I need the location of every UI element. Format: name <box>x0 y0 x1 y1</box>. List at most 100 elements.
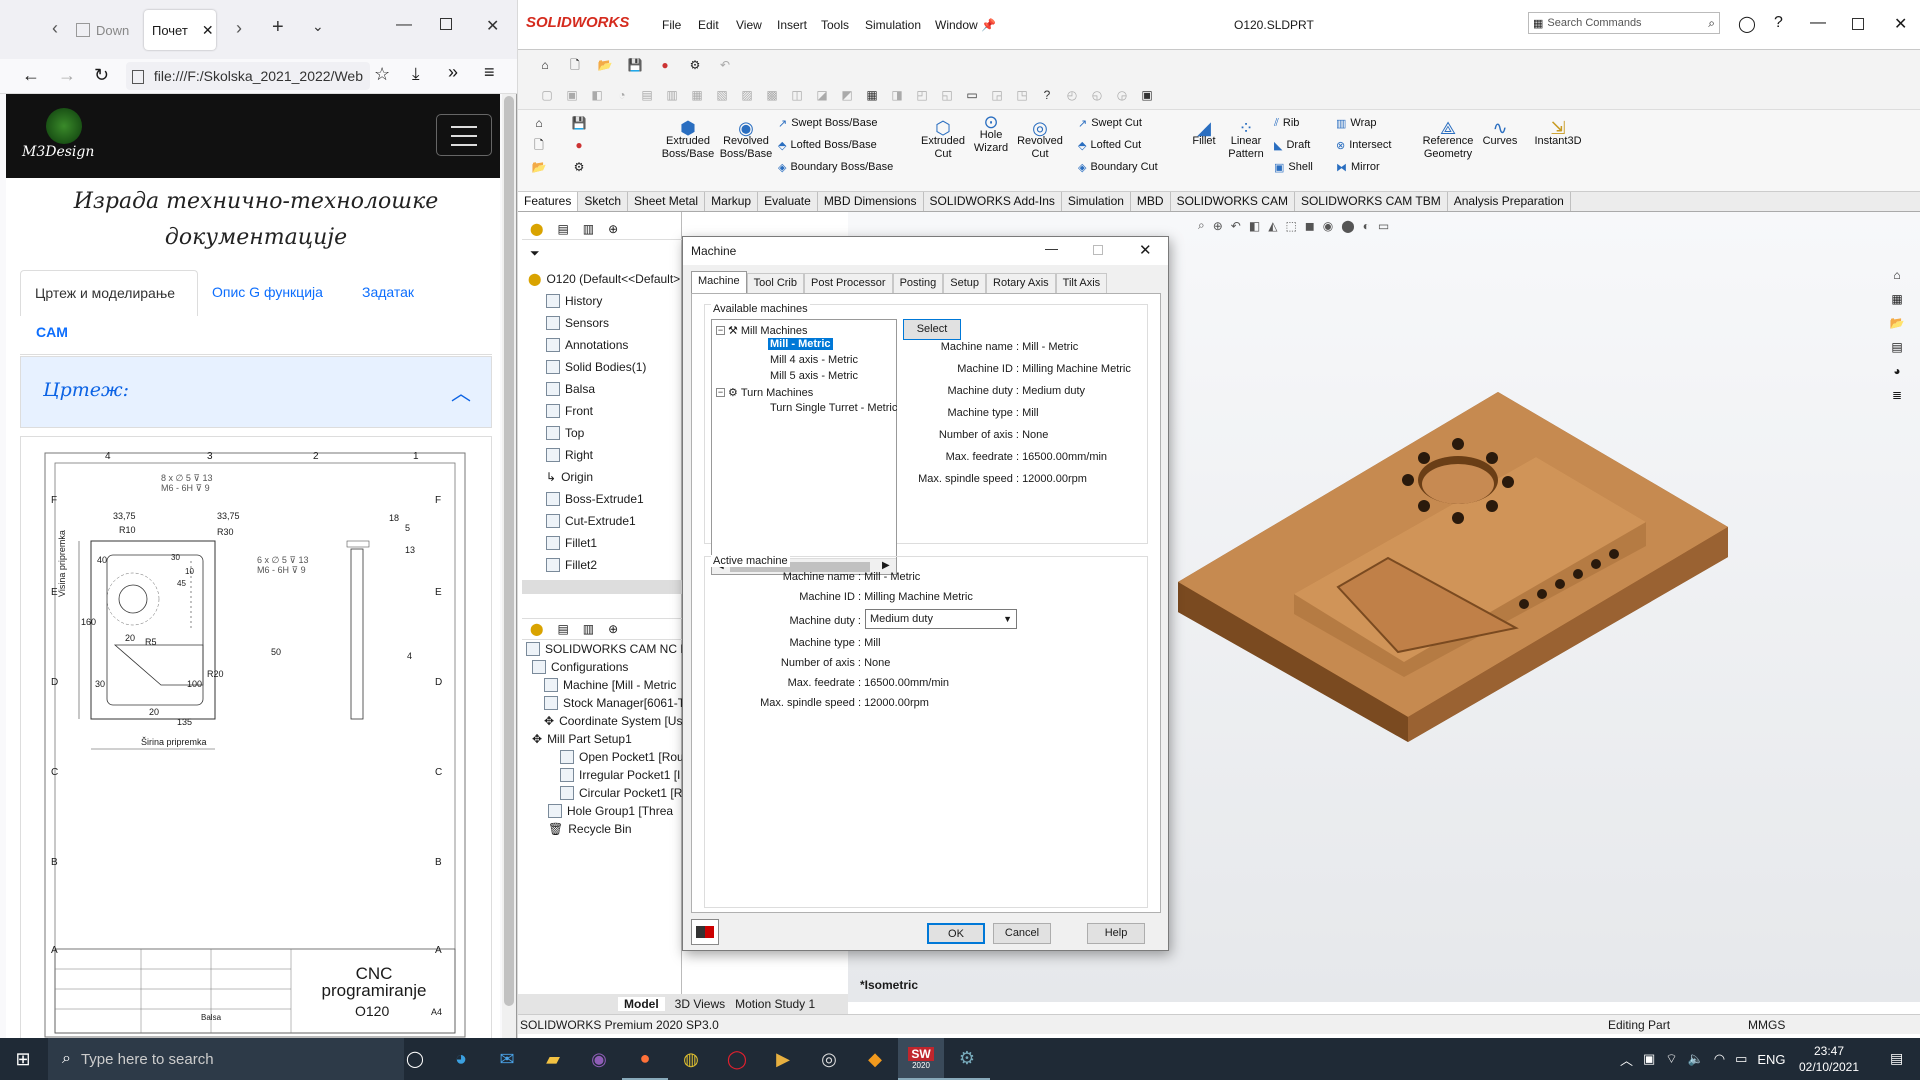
draft-button[interactable]: ◣ Draft <box>1274 134 1313 156</box>
tree-item[interactable]: Solid Bodies(1) <box>546 360 646 374</box>
toolbar-icon[interactable]: ◵ <box>1088 86 1106 104</box>
tab-tilt-axis[interactable]: Tilt Axis <box>1055 273 1108 293</box>
feature-tree-icon[interactable]: ⬤ <box>530 222 543 236</box>
cam-tree-item[interactable]: Irregular Pocket1 [I <box>560 768 680 782</box>
cam-tree-item[interactable]: Machine [Mill - Metric <box>544 678 676 692</box>
machine-tree[interactable]: − ⚒ Mill Machines Mill - Metric Mill 4 axi… <box>711 319 897 575</box>
zoom-area-icon[interactable]: ⊕ <box>1213 219 1223 233</box>
revolved-cut-button[interactable]: ◎ Revolved Cut <box>1014 119 1066 161</box>
download-icon[interactable]: ⤓ <box>412 64 420 84</box>
nav-tab-drawing[interactable]: Цртеж и моделирање <box>20 270 198 316</box>
toolbar-icon[interactable]: ◪ <box>813 86 831 104</box>
menu-window[interactable]: Window <box>935 18 981 32</box>
collapse-icon[interactable]: − <box>716 326 725 335</box>
back-icon[interactable]: ← <box>22 65 40 86</box>
instant3d-button[interactable]: ⇲ Instant3D <box>1528 119 1588 148</box>
section-view-icon[interactable]: ◧ <box>1249 219 1260 233</box>
minimize-icon[interactable]: — <box>1045 241 1058 256</box>
chrome-icon[interactable]: ◍ <box>668 1038 714 1080</box>
intersect-button[interactable]: ⊗ Intersect <box>1336 134 1391 156</box>
list-tabs-icon[interactable]: ⌄ <box>312 18 324 35</box>
status-units[interactable]: MMGS <box>1748 1018 1785 1032</box>
tab-mbd-dimensions[interactable]: MBD Dimensions <box>818 192 924 211</box>
view-orientation-icon[interactable]: ⬚ <box>1285 219 1296 233</box>
cam-tree-item[interactable]: 🗑 Recycle Bin <box>548 822 632 836</box>
display-style-icon[interactable]: ◼ <box>1305 219 1315 233</box>
tree-item[interactable]: Top <box>546 426 584 440</box>
pin-icon[interactable]: 📌 <box>981 18 996 32</box>
url-bar[interactable]: file:///F:/Skolska_2021_2022/Web <box>126 62 370 90</box>
hide-show-icon[interactable]: ◉ <box>1323 219 1333 233</box>
toolbar-icon[interactable]: ◔ <box>613 86 631 104</box>
reload-icon[interactable]: ↻ <box>94 65 109 86</box>
fm-scrollbar[interactable] <box>522 580 682 594</box>
page-scrollbar[interactable] <box>502 94 516 1038</box>
toolbar-icon[interactable]: ▣ <box>563 86 581 104</box>
close-icon[interactable]: ✕ <box>1139 241 1152 259</box>
print-icon[interactable]: ● <box>656 56 674 74</box>
swept-boss-button[interactable]: ↗ Swept Boss/Base <box>778 112 893 134</box>
undo-icon[interactable]: ↶ <box>716 56 734 74</box>
taskbar-search[interactable]: ⌕ Type here to search <box>48 1038 404 1080</box>
toolbar-icon[interactable]: ▭ <box>963 86 981 104</box>
file-explorer-icon[interactable]: ▰ <box>530 1038 576 1080</box>
tree-group-turn[interactable]: − ⚙ Turn Machines <box>716 386 813 399</box>
meet-now-icon[interactable]: ▣ <box>1643 1051 1655 1067</box>
help-icon[interactable]: ? <box>1774 14 1783 32</box>
config-manager-icon[interactable]: ▥ <box>583 222 594 236</box>
cam-tree-item[interactable]: ✥ Coordinate System [Us <box>544 714 682 728</box>
close-icon[interactable]: ✕ <box>1894 14 1907 34</box>
accordion-header[interactable]: Цртеж: ︿ <box>20 356 492 428</box>
sublime-icon[interactable]: ◆ <box>852 1038 898 1080</box>
volume-icon[interactable]: 🔈 <box>1688 1051 1704 1067</box>
menu-insert[interactable]: Insert <box>777 18 821 32</box>
tree-item[interactable]: Front <box>546 404 593 418</box>
options-gear-icon[interactable]: ⚙ <box>686 56 704 74</box>
toolbar-icon[interactable]: ▧ <box>713 86 731 104</box>
chevron-up-icon[interactable]: ︿ <box>451 377 471 406</box>
tree-item[interactable]: Cut-Extrude1 <box>546 514 636 528</box>
toolbar-icon[interactable]: ▣ <box>1138 86 1156 104</box>
tree-item[interactable]: Fillet1 <box>546 536 597 550</box>
battery-icon[interactable]: ▭ <box>1735 1051 1747 1067</box>
cam-tree-item[interactable]: Configurations <box>532 660 628 674</box>
view-palette-icon[interactable]: ▤ <box>1888 338 1906 356</box>
tab-sketch[interactable]: Sketch <box>578 192 629 211</box>
property-manager-icon[interactable]: ▤ <box>557 222 568 236</box>
ok-button[interactable]: OK <box>927 923 985 944</box>
hole-wizard-button[interactable]: ⊙ Hole Wizard <box>970 113 1012 155</box>
tree-item[interactable]: Boss-Extrude1 <box>546 492 644 506</box>
toolbar-icon[interactable]: ◰ <box>913 86 931 104</box>
toolbar-icon[interactable]: ▤ <box>638 86 656 104</box>
obs-icon[interactable]: ◎ <box>806 1038 852 1080</box>
tab-evaluate[interactable]: Evaluate <box>758 192 818 211</box>
tab-posting[interactable]: Posting <box>892 273 944 293</box>
tab-sheet-metal[interactable]: Sheet Metal <box>628 192 706 211</box>
solidworks-cam-icon[interactable]: ⚙ <box>944 1038 990 1080</box>
toolbar-icon[interactable]: ◲ <box>988 86 1006 104</box>
appearances-icon[interactable]: ◕ <box>1888 362 1906 380</box>
toolbar-icon[interactable]: ◴ <box>1063 86 1081 104</box>
opera-icon[interactable]: ◯ <box>714 1038 760 1080</box>
minimize-icon[interactable]: — <box>1810 14 1826 32</box>
menu-simulation[interactable]: Simulation <box>865 18 935 32</box>
config-manager-icon[interactable]: ▥ <box>583 622 594 636</box>
menu-edit[interactable]: Edit <box>698 18 736 32</box>
rib-button[interactable]: ⫽ Rib <box>1274 112 1313 134</box>
tab-post-processor[interactable]: Post Processor <box>803 273 893 293</box>
tab-addins[interactable]: SOLIDWORKS Add-Ins <box>924 192 1062 211</box>
help-icon[interactable]: ? <box>1038 86 1056 104</box>
tab-mbd[interactable]: MBD <box>1131 192 1171 211</box>
revolved-boss-button[interactable]: ◉ Revolved Boss/Base <box>718 119 774 161</box>
previous-view-icon[interactable]: ↶ <box>1231 219 1241 233</box>
tab-features[interactable]: Features <box>518 192 579 211</box>
property-manager-icon[interactable]: ▤ <box>557 622 568 636</box>
open-icon[interactable]: 📂 <box>596 56 614 74</box>
custom-properties-icon[interactable]: ≣ <box>1888 386 1906 404</box>
tray-expand-icon[interactable]: ︿ <box>1620 1050 1633 1069</box>
tab-simulation[interactable]: Simulation <box>1062 192 1131 211</box>
filter-icon[interactable]: ⏷ <box>530 246 540 261</box>
toolbar-icon[interactable]: ◶ <box>1113 86 1131 104</box>
cam-tree-item[interactable]: Circular Pocket1 [R <box>560 786 682 800</box>
design-library-icon[interactable]: ▦ <box>1888 290 1906 308</box>
